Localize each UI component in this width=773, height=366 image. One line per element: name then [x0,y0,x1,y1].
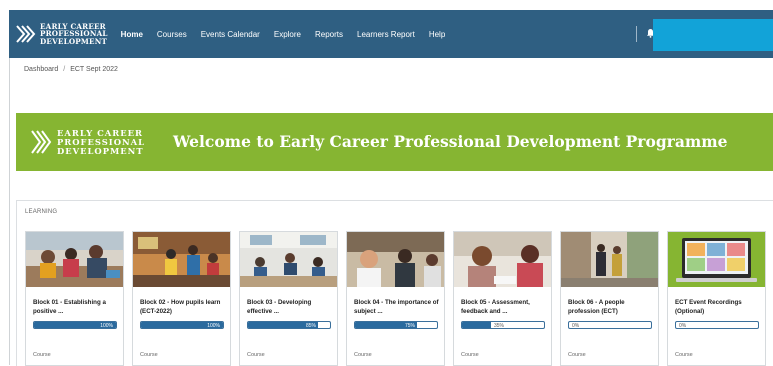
logo-line: DEVELOPMENT [40,36,108,46]
course-title[interactable]: Block 03 - Developing effective ... [247,299,335,316]
course-card[interactable]: Block 06 - A people profession (ECT) 0% … [560,231,659,366]
course-title[interactable]: Block 04 - The importance of subject ... [354,299,442,316]
course-type: Course [461,352,479,358]
progress-fill [462,322,491,328]
progress-label: 85% [306,322,317,329]
logo-line: DEVELOPMENT [57,145,144,156]
banner-logo: EARLY CAREER PROFESSIONAL DEVELOPMENT [30,128,145,156]
course-title[interactable]: ECT Event Recordings (Optional) [675,299,763,316]
progress-label: 0% [572,322,580,329]
course-card[interactable]: Block 03 - Developing effective ... 85% … [239,231,338,366]
progress-bar: 85% [247,321,331,329]
site-logo[interactable]: EARLY CAREER PROFESSIONAL DEVELOPMENT [15,23,108,45]
nav-events-calendar[interactable]: Events Calendar [201,30,260,39]
breadcrumb-dashboard[interactable]: Dashboard [24,66,58,73]
course-type: Course [354,352,372,358]
course-image [240,232,337,287]
breadcrumb: Dashboard / ECT Sept 2022 [24,66,118,73]
section-label: LEARNING [25,209,58,215]
nav-courses[interactable]: Courses [157,30,187,39]
progress-label: 35% [494,322,505,329]
logo-text: EARLY CAREER PROFESSIONAL DEVELOPMENT [40,23,108,45]
course-image [133,232,230,287]
logo-chevron-icon [31,130,52,154]
course-type: Course [140,352,158,358]
course-title[interactable]: Block 01 - Establishing a positive ... [33,299,121,316]
course-image [26,232,123,287]
learning-section: LEARNING Block 01 - Establishing a posit… [16,200,773,366]
breadcrumb-separator: / [63,66,66,73]
course-type: Course [33,352,51,358]
progress-bar: 0% [675,321,759,329]
user-menu[interactable] [653,19,773,51]
course-image [668,232,765,287]
progress-bar: 75% [354,321,438,329]
nav-explore[interactable]: Explore [274,30,301,39]
progress-label: 100% [207,322,220,329]
progress-label: 0% [679,322,687,329]
course-type: Course [675,352,693,358]
course-type: Course [247,352,265,358]
welcome-banner: EARLY CAREER PROFESSIONAL DEVELOPMENT We… [16,113,773,171]
breadcrumb-current: ECT Sept 2022 [70,66,118,73]
progress-bar: 35% [461,321,545,329]
banner-title: Welcome to Early Career Professional Dev… [173,132,728,151]
progress-label: 100% [100,322,113,329]
course-title[interactable]: Block 06 - A people profession (ECT) [568,299,656,316]
primary-nav: Home Courses Events Calendar Explore Rep… [121,30,460,39]
course-card[interactable]: ECT Event Recordings (Optional) 0% Cours… [667,231,766,366]
page-edge [9,58,10,365]
nav-learners-report[interactable]: Learners Report [357,30,415,39]
course-title[interactable]: Block 02 - How pupils learn (ECT-2022) [140,299,228,316]
course-card[interactable]: Block 05 - Assessment, feedback and ... … [453,231,552,366]
nav-home[interactable]: Home [121,30,143,39]
nav-divider [636,26,637,42]
course-image [561,232,658,287]
logo-chevron-icon [16,25,36,43]
progress-bar: 100% [33,321,117,329]
course-card[interactable]: Block 02 - How pupils learn (ECT-2022) 1… [132,231,231,366]
course-card[interactable]: Block 01 - Establishing a positive ... 1… [25,231,124,366]
course-type: Course [568,352,586,358]
nav-help[interactable]: Help [429,30,445,39]
top-navbar: EARLY CAREER PROFESSIONAL DEVELOPMENT Ho… [9,10,773,58]
nav-reports[interactable]: Reports [315,30,343,39]
course-card[interactable]: Block 04 - The importance of subject ...… [346,231,445,366]
course-image [454,232,551,287]
progress-bar: 100% [140,321,224,329]
course-image [347,232,444,287]
course-title[interactable]: Block 05 - Assessment, feedback and ... [461,299,549,316]
progress-label: 75% [405,322,416,329]
banner-logo-text: EARLY CAREER PROFESSIONAL DEVELOPMENT [57,128,145,156]
progress-bar: 0% [568,321,652,329]
